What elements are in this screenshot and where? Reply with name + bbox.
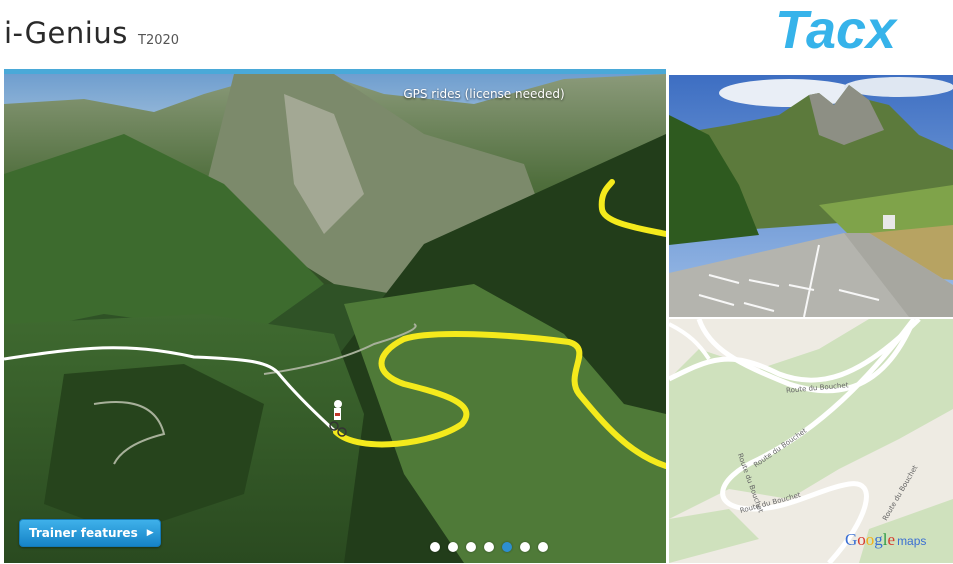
- slide-caption: GPS rides (license needed): [403, 87, 565, 101]
- slide-dot-5[interactable]: [502, 542, 512, 552]
- google-maps-logo[interactable]: Google maps: [845, 530, 926, 550]
- maps-wordmark: maps: [897, 534, 927, 548]
- trainer-features-button[interactable]: Trainer features ▶: [19, 519, 161, 547]
- route-map[interactable]: Route du Bouchet Route du Bouchet Route …: [669, 319, 953, 563]
- tacx-logo[interactable]: Tacx: [771, 0, 931, 58]
- slide-dot-6[interactable]: [520, 542, 530, 552]
- slide-dot-1[interactable]: [430, 542, 440, 552]
- slide-dot-7[interactable]: [538, 542, 548, 552]
- product-model: T2020: [138, 33, 180, 48]
- slide-dot-2[interactable]: [448, 542, 458, 552]
- product-title: i-Genius: [4, 16, 128, 50]
- slide-dot-4[interactable]: [484, 542, 494, 552]
- play-arrow-icon: ▶: [146, 528, 154, 538]
- road-photo: [669, 75, 953, 317]
- tacx-logo-text: Tacx: [775, 0, 898, 58]
- terrain-3d-view: [4, 74, 666, 563]
- slide-dot-3[interactable]: [466, 542, 476, 552]
- main-slide[interactable]: GPS rides (license needed) Trainer featu…: [4, 69, 666, 563]
- slide-pagination: [430, 542, 548, 552]
- trainer-features-label: Trainer features: [29, 526, 138, 540]
- google-wordmark: Google: [845, 530, 896, 549]
